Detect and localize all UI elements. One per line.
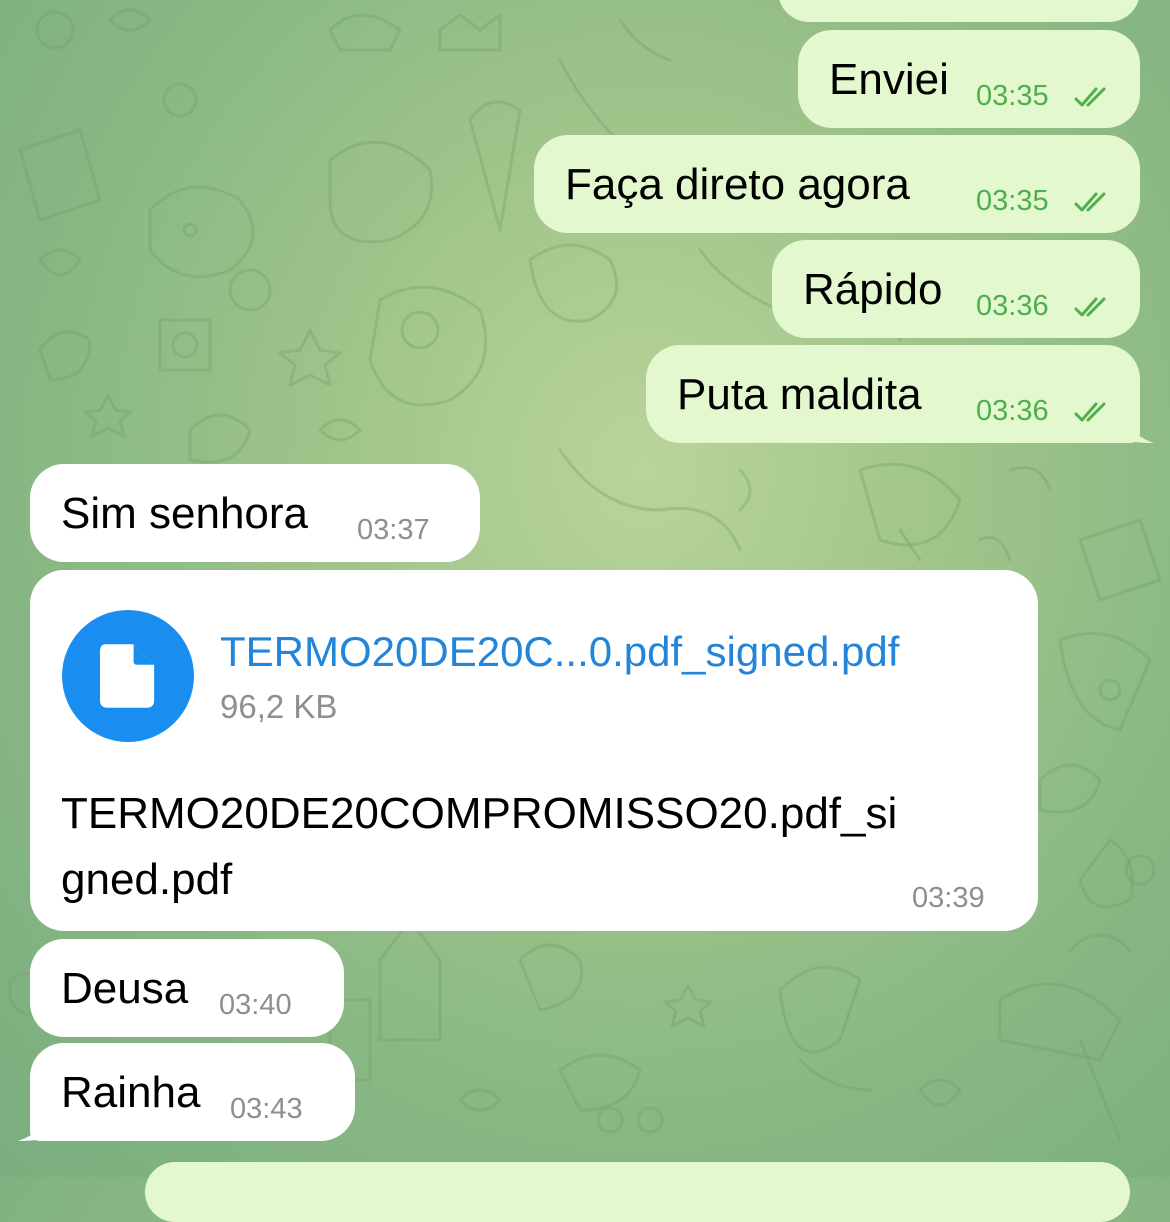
incoming-file-message[interactable]: TERMO20DE20C...0.pdf_signed.pdf 96,2 KB … [30, 570, 1038, 931]
message-text: Sim senhora [61, 489, 309, 538]
message-time: 03:35 [976, 80, 1049, 112]
message-time: 03:37 [357, 514, 430, 546]
file-name-link[interactable]: TERMO20DE20C...0.pdf_signed.pdf [220, 628, 899, 676]
document-icon [100, 644, 155, 708]
double-check-icon [1074, 297, 1106, 317]
message-text: Faça direto agora [565, 160, 910, 209]
message-time: 03:43 [230, 1093, 303, 1125]
message-text: Enviei [829, 55, 949, 104]
message-text: Rainha [61, 1068, 201, 1117]
incoming-message-2[interactable]: Deusa 03:40 [30, 939, 344, 1037]
incoming-message-3[interactable]: Rainha 03:43 [30, 1043, 355, 1141]
outgoing-message-2[interactable]: Faça direto agora 03:35 [534, 135, 1140, 233]
message-time: 03:35 [976, 185, 1049, 217]
message-text: Puta maldita [677, 370, 922, 419]
caption-line-2: gned.pdf [61, 855, 233, 904]
message-time: 03:36 [976, 395, 1049, 427]
incoming-message-1[interactable]: Sim senhora 03:37 [30, 464, 480, 562]
caption-line-1: TERMO20DE20COMPROMISSO20.pdf_si [61, 789, 898, 838]
double-check-icon [1074, 87, 1106, 107]
outgoing-message-4[interactable]: Puta maldita 03:36 [646, 345, 1140, 443]
message-text: Deusa [61, 964, 189, 1013]
double-check-icon [1074, 192, 1106, 212]
message-bubble-partial-bottom[interactable] [145, 1162, 1130, 1222]
file-size: 96,2 KB [220, 688, 338, 725]
message-time: 03:40 [219, 989, 292, 1021]
message-text: Rápido [803, 265, 943, 314]
outgoing-message-1[interactable]: Enviei 03:35 [798, 30, 1140, 128]
double-check-icon [1074, 402, 1106, 422]
file-download-button[interactable] [62, 610, 194, 742]
message-bubble-partial-top[interactable] [778, 0, 1140, 22]
message-time: 03:36 [976, 290, 1049, 322]
message-time: 03:39 [912, 882, 985, 914]
outgoing-message-3[interactable]: Rápido 03:36 [772, 240, 1140, 338]
